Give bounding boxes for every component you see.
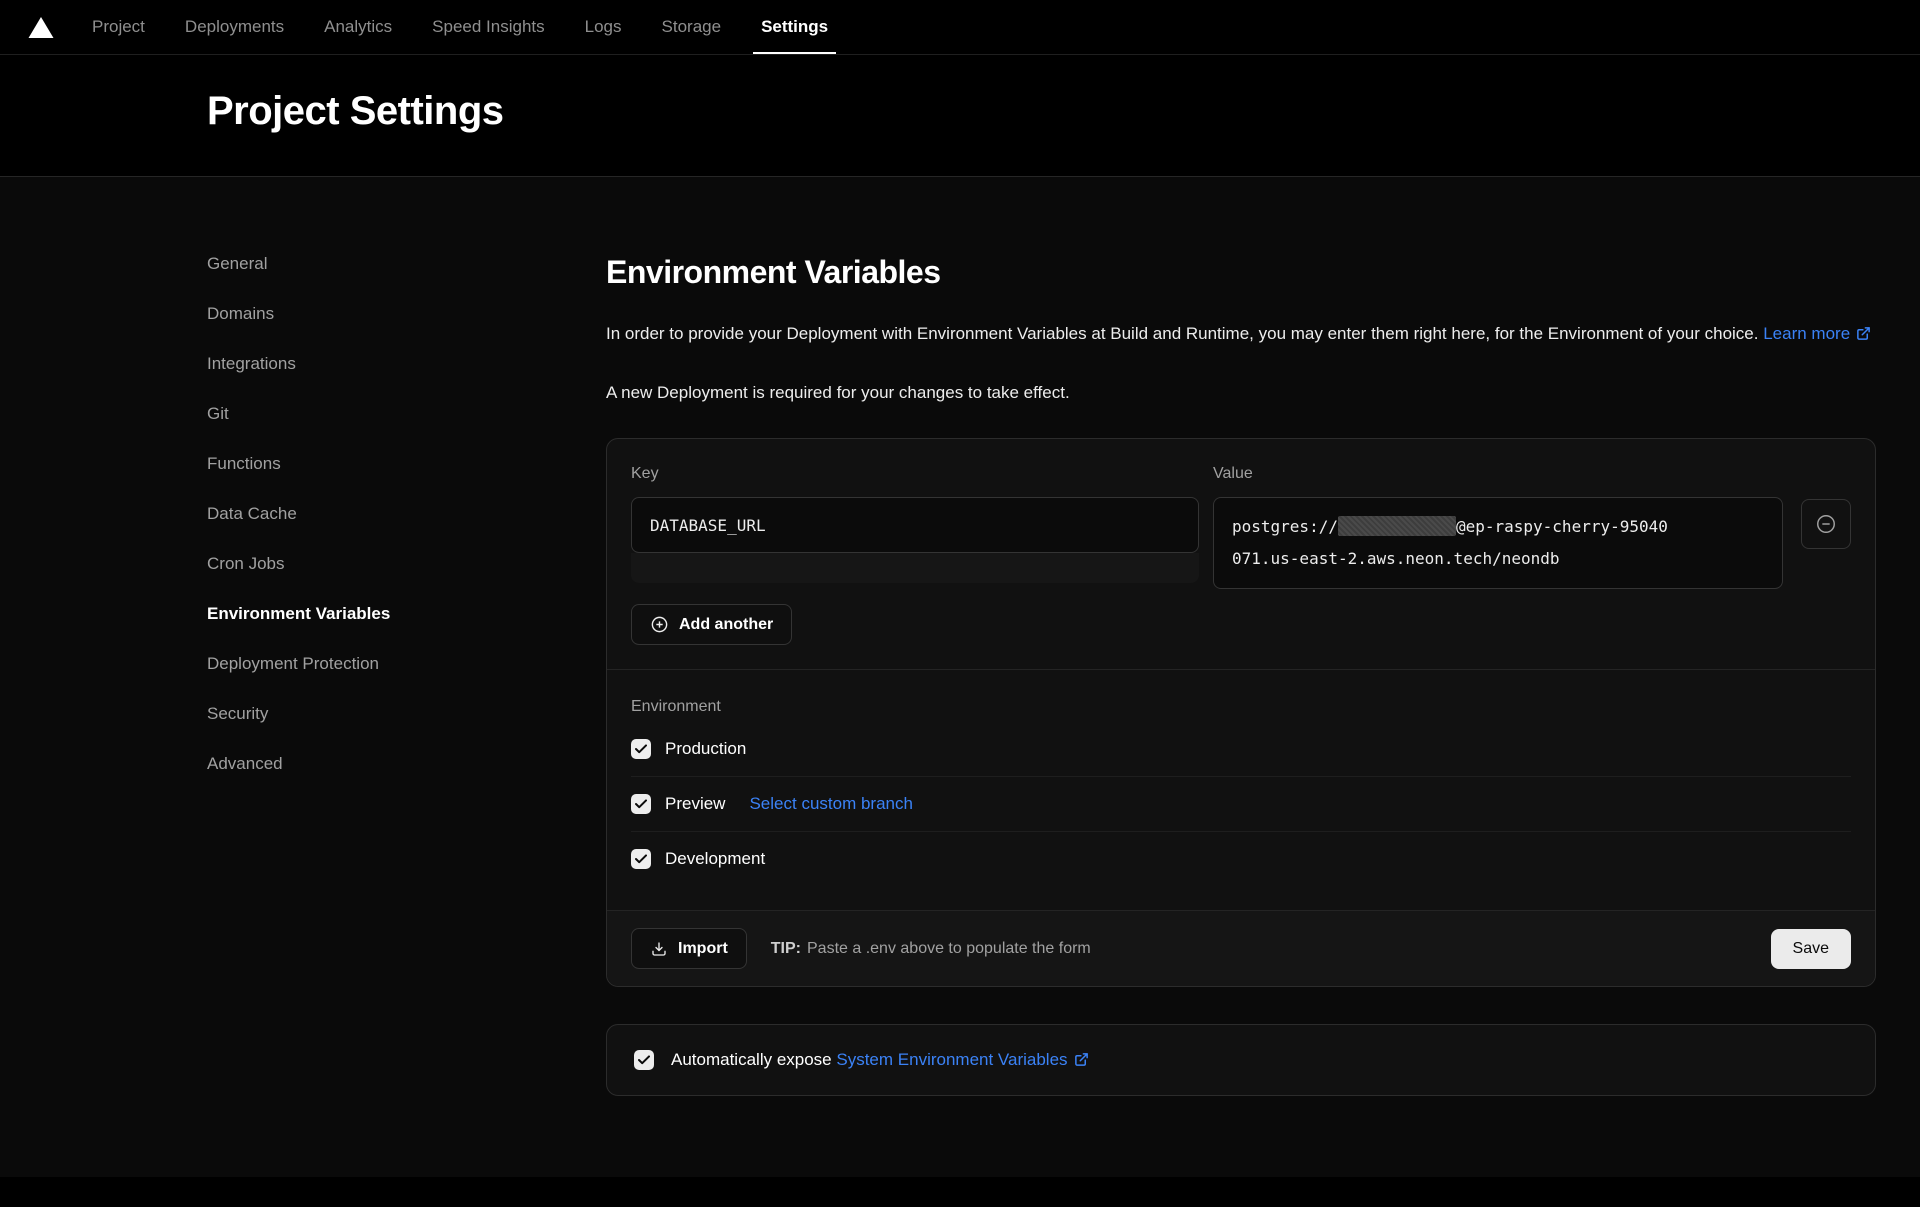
check-icon: [635, 799, 647, 809]
plus-circle-icon: [650, 615, 669, 634]
key-value-row: Key Value postgres://@ep-raspy-cherry-95…: [607, 439, 1875, 589]
preview-label: Preview: [665, 794, 725, 814]
import-button[interactable]: Import: [631, 928, 747, 969]
check-icon: [635, 854, 647, 864]
key-label: Key: [631, 465, 1199, 483]
top-navigation: Project Deployments Analytics Speed Insi…: [0, 0, 1920, 55]
tip-text: TIP:Paste a .env above to populate the f…: [771, 940, 1091, 958]
minus-circle-icon: [1815, 513, 1837, 535]
add-another-button[interactable]: Add another: [631, 604, 792, 645]
sidebar-item-advanced[interactable]: Advanced: [207, 754, 283, 773]
sidebar-item-cron-jobs[interactable]: Cron Jobs: [207, 554, 284, 573]
download-icon: [650, 940, 668, 958]
nav-tab-storage[interactable]: Storage: [662, 0, 722, 54]
environment-row-production: Production: [631, 722, 1851, 776]
settings-sidebar: General Domains Integrations Git Functio…: [207, 254, 606, 1177]
content-area: General Domains Integrations Git Functio…: [0, 177, 1920, 1177]
sidebar-item-deployment-protection[interactable]: Deployment Protection: [207, 654, 379, 673]
environment-variables-section: Environment Variables In order to provid…: [606, 254, 1876, 1177]
development-label: Development: [665, 849, 765, 869]
system-env-variables-link[interactable]: System Environment Variables: [836, 1050, 1088, 1069]
development-checkbox[interactable]: [631, 849, 651, 869]
redeploy-note: A new Deployment is required for your ch…: [606, 381, 1876, 405]
value-label: Value: [1213, 465, 1783, 483]
section-title: Environment Variables: [606, 254, 1876, 291]
auto-expose-checkbox[interactable]: [634, 1050, 654, 1070]
preview-checkbox[interactable]: [631, 794, 651, 814]
sidebar-item-security[interactable]: Security: [207, 704, 268, 723]
environment-label: Environment: [631, 698, 1851, 716]
environment-row-development: Development: [631, 832, 1851, 886]
redacted-secret-mask: [1338, 516, 1456, 536]
check-icon: [635, 744, 647, 754]
production-checkbox[interactable]: [631, 739, 651, 759]
sidebar-item-functions[interactable]: Functions: [207, 454, 281, 473]
remove-variable-button[interactable]: [1801, 499, 1851, 549]
sidebar-item-environment-variables[interactable]: Environment Variables: [207, 604, 390, 623]
save-button[interactable]: Save: [1771, 929, 1851, 969]
learn-more-link[interactable]: Learn more: [1763, 324, 1871, 343]
section-description: In order to provide your Deployment with…: [606, 318, 1876, 350]
nav-tab-logs[interactable]: Logs: [585, 0, 622, 54]
nav-tab-analytics[interactable]: Analytics: [324, 0, 392, 54]
auto-expose-card: Automatically expose System Environment …: [606, 1024, 1876, 1096]
page-header: Project Settings: [0, 55, 1920, 177]
production-label: Production: [665, 739, 746, 759]
select-custom-branch-link[interactable]: Select custom branch: [749, 794, 912, 814]
key-input[interactable]: [631, 497, 1199, 553]
card-footer: Import TIP:Paste a .env above to populat…: [607, 910, 1875, 986]
value-input[interactable]: postgres://@ep-raspy-cherry-95040 071.us…: [1213, 497, 1783, 589]
nav-tab-speed-insights[interactable]: Speed Insights: [432, 0, 544, 54]
env-variables-card: Key Value postgres://@ep-raspy-cherry-95…: [606, 438, 1876, 987]
environment-row-preview: Preview Select custom branch: [631, 777, 1851, 831]
page-title: Project Settings: [207, 89, 1920, 134]
key-input-panel: [631, 553, 1199, 583]
environment-targets: Environment Production Preview Selec: [607, 670, 1875, 894]
external-link-icon: [1856, 326, 1871, 341]
sidebar-item-data-cache[interactable]: Data Cache: [207, 504, 297, 523]
sidebar-item-integrations[interactable]: Integrations: [207, 354, 296, 373]
nav-tab-project[interactable]: Project: [92, 0, 145, 54]
external-link-icon: [1074, 1052, 1089, 1067]
nav-tabs: Project Deployments Analytics Speed Insi…: [92, 0, 828, 54]
auto-expose-text: Automatically expose System Environment …: [671, 1050, 1089, 1070]
nav-tab-settings[interactable]: Settings: [761, 0, 828, 54]
sidebar-item-git[interactable]: Git: [207, 404, 229, 423]
vercel-logo-icon[interactable]: [28, 0, 54, 54]
nav-tab-deployments[interactable]: Deployments: [185, 0, 284, 54]
check-icon: [638, 1055, 650, 1065]
intro-text: In order to provide your Deployment with…: [606, 324, 1758, 343]
sidebar-item-general[interactable]: General: [207, 254, 267, 273]
project-settings-page: Project Deployments Analytics Speed Insi…: [0, 0, 1920, 1207]
sidebar-item-domains[interactable]: Domains: [207, 304, 274, 323]
